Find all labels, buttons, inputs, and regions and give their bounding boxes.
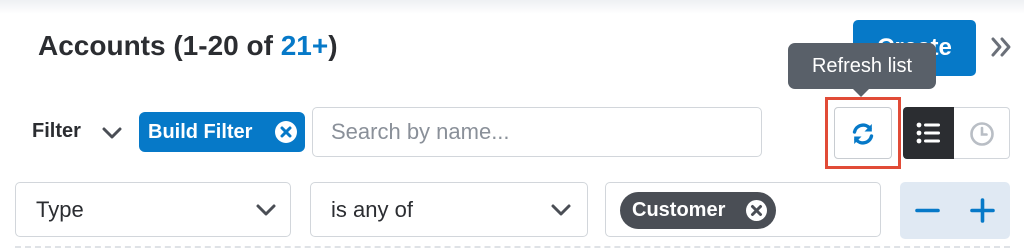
chevron-down-icon	[551, 204, 571, 216]
row-actions-group	[900, 182, 1010, 239]
title-text: Accounts (1-20 of	[38, 30, 281, 61]
refresh-list-button[interactable]	[834, 107, 892, 159]
remove-filter-row-button[interactable]	[900, 182, 955, 239]
filter-label[interactable]: Filter	[32, 120, 81, 143]
top-shadow	[0, 0, 1024, 14]
filter-field-value: Type	[36, 197, 84, 222]
filter-values-field[interactable]: Customer	[605, 182, 881, 237]
search-input[interactable]	[312, 107, 762, 157]
build-filter-label: Build Filter	[148, 121, 253, 143]
tooltip-text: Refresh list	[811, 55, 913, 77]
clock-icon	[970, 122, 994, 146]
expand-panel-button[interactable]	[990, 28, 1014, 66]
plus-icon	[970, 198, 995, 223]
chevron-down-icon	[102, 127, 122, 139]
value-pill-customer: Customer	[620, 192, 776, 229]
filter-dropdown-toggle[interactable]	[100, 124, 124, 142]
divider	[15, 246, 1010, 248]
recently-viewed-button[interactable]	[954, 107, 1010, 159]
filter-operator-select[interactable]: is any of	[310, 182, 588, 237]
filter-field-select[interactable]: Type	[15, 182, 291, 237]
build-filter-button[interactable]: Build Filter	[139, 112, 305, 152]
double-chevron-right-icon	[991, 37, 1011, 57]
refresh-icon	[852, 123, 874, 145]
minus-icon	[915, 208, 940, 213]
chevron-down-icon	[256, 204, 276, 216]
close-circle-icon[interactable]	[274, 120, 298, 144]
list-icon	[916, 122, 940, 144]
list-view-button[interactable]	[903, 107, 954, 159]
title-close-paren: )	[328, 30, 338, 61]
close-circle-icon[interactable]	[745, 199, 768, 222]
refresh-tooltip: Refresh list	[788, 43, 936, 97]
record-count-link[interactable]: 21+	[281, 30, 329, 61]
add-filter-row-button[interactable]	[955, 182, 1010, 239]
value-pill-label: Customer	[632, 199, 726, 221]
page-title: Accounts (1-20 of 21+)	[38, 30, 338, 62]
filter-operator-value: is any of	[331, 197, 413, 222]
